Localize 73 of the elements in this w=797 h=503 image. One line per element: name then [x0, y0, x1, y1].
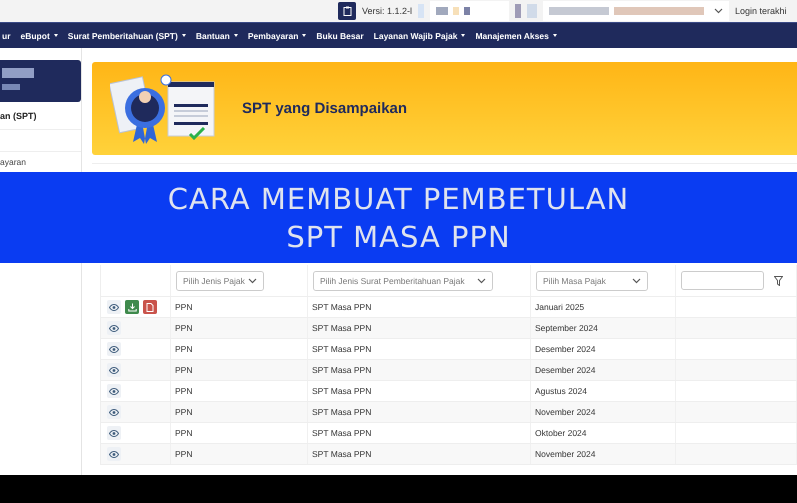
filter-select[interactable]: Pilih Jenis Pajak	[176, 270, 264, 290]
view-button[interactable]	[107, 426, 121, 440]
overlay-title-line: CARA MEMBUAT PEMBETULAN	[168, 180, 630, 216]
eye-icon	[109, 346, 119, 352]
table-cell: SPT Masa PPN	[308, 318, 531, 338]
table-cell: SPT Masa PPN	[308, 297, 531, 317]
table-cell: PPN	[171, 360, 308, 380]
table-cell: SPT Masa PPN	[308, 444, 531, 464]
last-login-text: Login terakhi	[735, 6, 787, 16]
table-cell: PPN	[171, 444, 308, 464]
eye-icon	[109, 366, 119, 374]
eye-icon	[109, 304, 119, 310]
view-button[interactable]	[107, 447, 121, 461]
table-cell: PPN	[171, 339, 308, 359]
view-button[interactable]	[107, 321, 121, 335]
view-button[interactable]	[107, 384, 121, 398]
view-button[interactable]	[107, 405, 121, 419]
table-cell: SPT Masa PPN	[308, 423, 531, 443]
table-cell: Desember 2024	[531, 339, 676, 359]
table-cell: SPT Masa PPN	[308, 381, 531, 401]
nav-menu-item[interactable]: Manajemen Akses	[475, 30, 557, 40]
table-cell: Agustus 2024	[531, 381, 676, 401]
nav-menu-item[interactable]: Buku Besar	[316, 30, 364, 40]
view-button[interactable]	[107, 300, 121, 314]
download-button[interactable]	[125, 300, 139, 314]
redacted-block	[515, 4, 522, 18]
table-cell: SPT Masa PPN	[308, 402, 531, 422]
filter-input[interactable]	[681, 271, 764, 290]
nav-menu-item[interactable]: Pembayaran	[248, 30, 306, 40]
filter-select[interactable]: Pilih Jenis Surat Pemberitahuan Pajak	[313, 270, 493, 290]
table-cell: Desember 2024	[531, 360, 676, 380]
table-cell: November 2024	[531, 402, 676, 422]
redacted-block	[527, 4, 538, 18]
redacted-block	[418, 4, 424, 18]
eye-icon	[109, 408, 119, 416]
nav-menu-item[interactable]: Bantuan	[196, 30, 238, 40]
nav-menu-item[interactable]: ur	[2, 30, 10, 40]
table-cell: PPN	[171, 381, 308, 401]
chevron-down-icon	[714, 8, 724, 14]
filter-select[interactable]: Pilih Masa Pajak	[536, 270, 648, 290]
table-cell: September 2024	[531, 318, 676, 338]
filter-icon	[774, 276, 783, 286]
table-cell: PPN	[171, 423, 308, 443]
nav-menu-item[interactable]: Surat Pemberitahuan (SPT)	[68, 30, 186, 40]
table-cell: PPN	[171, 318, 308, 338]
chevron-down-icon	[632, 278, 641, 284]
overlay-title-line: SPT MASA PPN	[286, 218, 511, 254]
page-title: SPT yang Disampaikan	[242, 100, 408, 117]
eye-icon	[109, 324, 119, 332]
chevron-down-icon	[248, 278, 257, 284]
table-cell: SPT Masa PPN	[308, 339, 531, 359]
sidebar-heading: an (SPT)	[0, 102, 81, 130]
eye-icon	[109, 430, 119, 436]
view-button[interactable]	[107, 342, 121, 356]
pdf-button[interactable]	[143, 300, 157, 314]
document-icon	[146, 302, 154, 312]
table-cell: Januari 2025	[531, 297, 676, 317]
chevron-down-icon	[477, 278, 486, 284]
clipboard-button[interactable]	[338, 2, 356, 20]
download-icon	[128, 302, 136, 312]
clipboard-icon	[342, 6, 352, 16]
nav-menu-item[interactable]: Layanan Wajib Pajak	[374, 30, 466, 40]
table-cell: PPN	[171, 297, 308, 317]
table-cell: PPN	[171, 402, 308, 422]
version-text: Versi: 1.1.2-l	[362, 6, 412, 16]
table-cell: SPT Masa PPN	[308, 360, 531, 380]
nav-menu-item[interactable]: eBupot	[20, 30, 58, 40]
sidebar-item[interactable]: ayaran	[0, 152, 81, 167]
table-cell: November 2024	[531, 444, 676, 464]
eye-icon	[109, 388, 119, 394]
table-cell: Oktober 2024	[531, 423, 676, 443]
eye-icon	[109, 450, 119, 458]
view-button[interactable]	[107, 363, 121, 377]
